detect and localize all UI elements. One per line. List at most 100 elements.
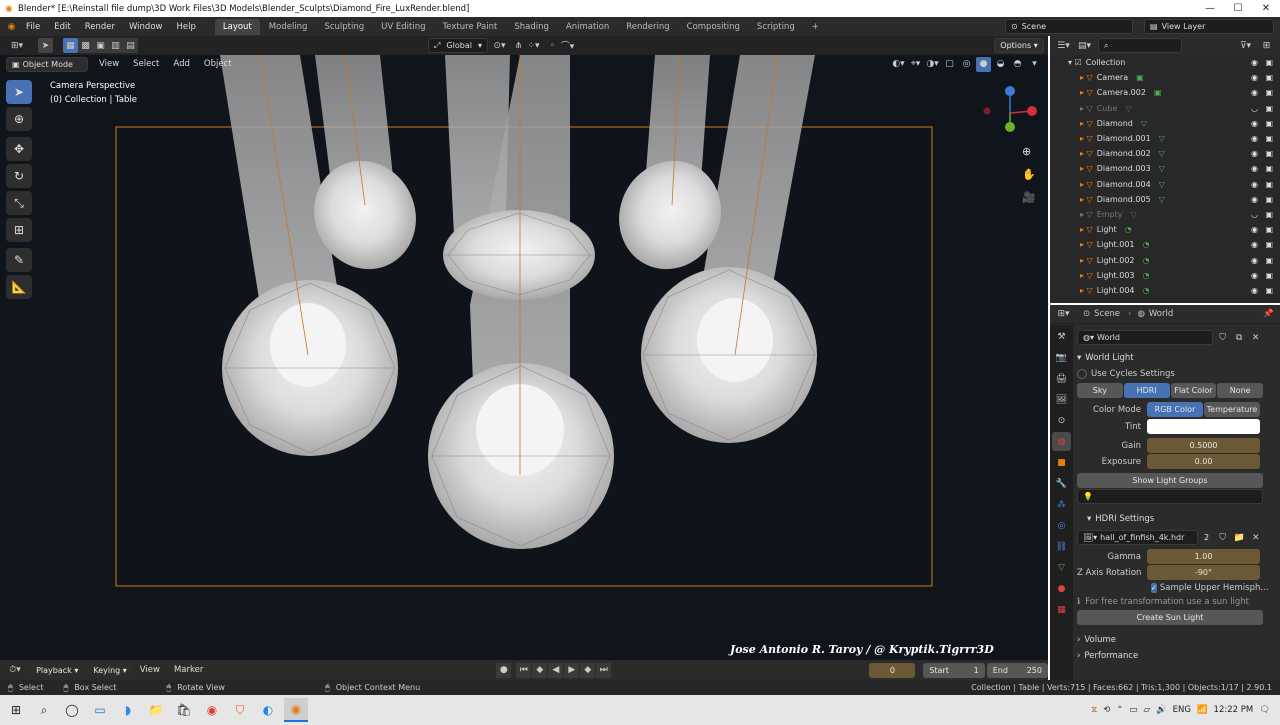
proportional-edit-icon[interactable]: ◦ [545,38,560,53]
outliner-row-light-004[interactable]: ▸ ▽ Light.004 ◔ ◉ ▣ [1068,283,1280,298]
tab-animation[interactable]: Animation [558,19,617,35]
tab-layout[interactable]: Layout [214,18,260,35]
eye-icon[interactable]: ◉ [1251,149,1258,158]
create-sun-light-button[interactable]: Create Sun Light [1077,610,1263,625]
hdri-open-folder-icon[interactable]: 📁 [1232,530,1247,545]
object-expand-icon[interactable]: ▸ ▽ [1080,286,1093,295]
move-tool-icon[interactable]: ✥ [6,137,32,161]
start-frame-field[interactable]: Start 1 [923,662,985,678]
render-camera-icon[interactable]: ▣ [1265,119,1273,128]
mode-dropdown[interactable]: ▣ Object Mode [6,56,88,72]
outliner-row-diamond-003[interactable]: ▸ ▽ Diamond.003 ▽ ◉ ▣ [1068,161,1280,176]
taskbar-app-icon[interactable]: ▭ [88,698,112,722]
render-camera-icon[interactable]: ▣ [1265,225,1273,234]
options-dropdown[interactable]: Options ▾ [994,38,1044,53]
empty-data-icon[interactable]: ▽ [1131,210,1137,219]
eye-icon[interactable]: ◉ [1251,180,1258,189]
pin-icon[interactable]: 📌 [1263,309,1274,319]
checkbox-checked-icon[interactable]: ✓ [1151,583,1157,593]
scene-selector[interactable]: ⊙ Scene [1005,19,1133,34]
object-expand-icon[interactable]: ▸ ▽ [1080,134,1093,143]
mode-none-button[interactable]: None [1217,383,1263,398]
menu-edit[interactable]: Edit [47,22,77,32]
render-camera-icon[interactable]: ▣ [1265,271,1273,280]
eye-icon[interactable]: ◉ [1251,195,1258,204]
exposure-field[interactable]: 0.00 [1147,454,1260,469]
object-expand-icon[interactable]: ▸ ▽ [1080,73,1093,82]
light-data-icon[interactable]: ◔ [1143,286,1150,295]
world-datablock-field[interactable]: ◍▾ World [1077,330,1214,345]
outliner-row-camera[interactable]: ▸ ▽ Camera ▣ ◉ ▣ [1068,70,1280,85]
mesh-data-icon[interactable]: ▽ [1159,134,1165,143]
tool-tab-icon[interactable]: ⚒ [1052,327,1071,346]
volume-panel-header[interactable]: › Volume [1077,635,1263,645]
task-view-icon[interactable]: ◯ [60,698,84,722]
store-icon[interactable]: 🛍 [172,698,196,722]
transform-tool-icon[interactable]: ⊞ [6,218,32,242]
use-cycles-radio[interactable] [1077,369,1087,379]
z-rotation-field[interactable]: -90° [1147,565,1260,580]
taskbar-search-icon[interactable]: ⌕ [32,698,56,722]
shading-rendered-icon[interactable]: ◓ [1010,57,1025,72]
render-camera-icon[interactable]: ▣ [1265,134,1273,143]
mode-hdri-button[interactable]: HDRI [1123,383,1170,398]
eye-icon[interactable]: ◉ [1251,134,1258,143]
sample-upper-row[interactable]: ✓ Sample Upper Hemisph... [1151,583,1268,593]
light-data-icon[interactable]: ◔ [1143,271,1150,280]
3d-viewport[interactable]: Camera Perspective (0) Collection | Tabl… [0,55,1048,660]
outliner-row-light-003[interactable]: ▸ ▽ Light.003 ◔ ◉ ▣ [1068,268,1280,283]
outliner-row-camera-002[interactable]: ▸ ▽ Camera.002 ▣ ◉ ▣ [1068,85,1280,100]
outliner-editor-icon[interactable]: ☰▾ [1056,38,1071,53]
viewport-menu-object[interactable]: Object [197,59,239,69]
next-keyframe-icon[interactable]: ◆ [580,662,596,678]
tab-sculpting[interactable]: Sculpting [316,19,372,35]
render-camera-icon[interactable]: ▣ [1265,256,1273,265]
tray-updates-icon[interactable]: ⟲ [1103,705,1110,715]
collection-expand-icon[interactable]: ▾ ☑ [1068,58,1082,67]
object-expand-icon[interactable]: ▸ ▽ [1080,149,1093,158]
object-expand-icon[interactable]: ▸ ▽ [1080,210,1093,219]
brave-icon[interactable]: ⛉ [228,698,252,722]
mesh-data-icon[interactable]: ▽ [1159,195,1165,204]
fake-user-shield-icon[interactable]: ⛉ [1215,330,1230,345]
world-light-header[interactable]: ▾ World Light [1077,353,1263,363]
measure-tool-icon[interactable]: 📐 [6,275,32,299]
pan-hand-icon[interactable]: ✋ [1022,168,1036,181]
gamma-field[interactable]: 1.00 [1147,549,1260,564]
constraints-tab-icon[interactable]: ⛓ [1052,537,1071,556]
firefox-icon[interactable]: ◉ [200,698,224,722]
render-camera-icon[interactable]: ▣ [1265,286,1273,295]
filter-icon[interactable]: ⊽▾ [1238,38,1253,53]
select-mode-intersect-icon[interactable]: ▤ [123,38,138,53]
blender-menu-icon[interactable]: ◉ [4,19,19,34]
tray-lang[interactable]: ENG [1173,705,1191,715]
outliner-row-collection[interactable]: ▾ ☑ Collection ◉ ▣ [1068,55,1280,70]
mode-flat-color-button[interactable]: Flat Color [1170,383,1217,398]
taskbar-edge-icon[interactable]: ◗ [116,698,140,722]
eye-closed-icon[interactable]: ◡ [1251,104,1258,113]
object-expand-icon[interactable]: ▸ ▽ [1080,195,1093,204]
eye-icon[interactable]: ◉ [1251,225,1258,234]
viewport-menu-view[interactable]: View [92,59,126,69]
use-cycles-checkbox-row[interactable]: Use Cycles Settings [1077,369,1263,379]
color-mode-rgb-button[interactable]: RGB Color [1147,402,1203,417]
hdri-unlink-icon[interactable]: ✕ [1248,530,1263,545]
current-frame-field[interactable]: 0 [869,662,916,678]
select-mode-invert-icon[interactable]: ▥ [108,38,123,53]
maximize-icon[interactable]: ☐ [1224,3,1252,14]
eye-closed-icon[interactable]: ◡ [1251,210,1258,219]
world-tab-icon[interactable]: ◍ [1052,432,1071,451]
shading-solid-icon[interactable]: ● [976,56,991,72]
view-layer-selector[interactable]: ▤ View Layer [1144,19,1274,34]
outliner-row-light-002[interactable]: ▸ ▽ Light.002 ◔ ◉ ▣ [1068,252,1280,267]
properties-editor-icon[interactable]: ⊞▾ [1056,307,1071,322]
navigation-gizmo[interactable] [980,83,1040,143]
windows-start-icon[interactable]: ⊞ [4,698,28,722]
scale-tool-icon[interactable]: ⤡ [6,191,32,215]
select-mode-subtract-icon[interactable]: ▣ [93,38,108,53]
tint-color-swatch[interactable] [1147,419,1260,434]
eye-icon[interactable]: ◉ [1251,88,1258,97]
render-camera-icon[interactable]: ▣ [1265,58,1273,67]
eye-icon[interactable]: ◉ [1251,256,1258,265]
hdri-image-field[interactable]: 🖼▾ hall_of_finfish_4k.hdr [1077,530,1198,545]
